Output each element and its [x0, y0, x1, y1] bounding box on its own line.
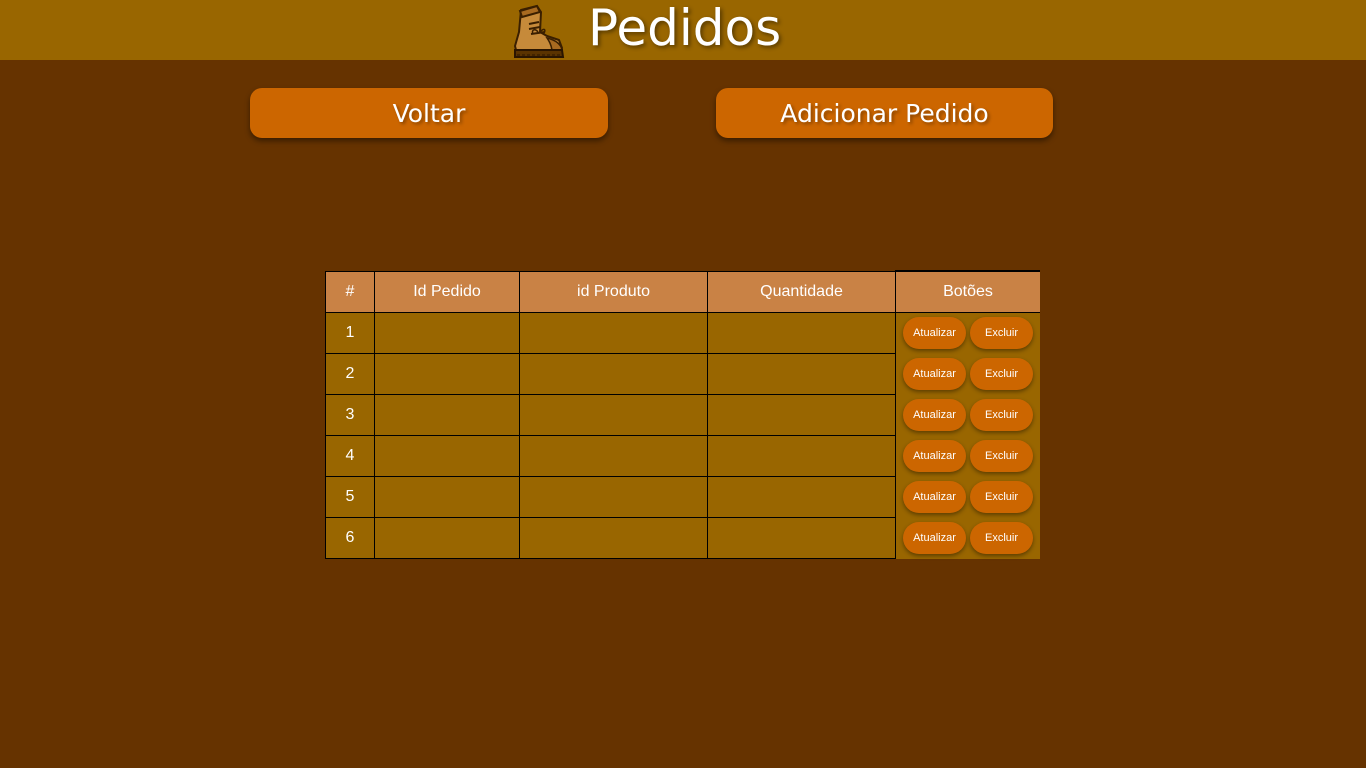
delete-button[interactable]: Excluir [970, 481, 1033, 513]
product-id-cell [519, 312, 708, 354]
update-button[interactable]: Atualizar [903, 440, 966, 472]
quantity-cell [707, 476, 896, 518]
delete-button[interactable]: Excluir [970, 317, 1033, 350]
row-number: 3 [325, 394, 375, 436]
column-header-order-id: Id Pedido [374, 270, 520, 313]
orders-table: # Id Pedido id Produto Quantidade Botões… [325, 270, 1040, 559]
boot-icon [514, 4, 565, 58]
delete-button[interactable]: Excluir [970, 522, 1033, 554]
row-number: 1 [325, 312, 375, 354]
table-header-row: # Id Pedido id Produto Quantidade Botões [325, 270, 1040, 313]
quantity-cell [707, 435, 896, 477]
order-id-cell [374, 312, 520, 354]
table-row: 6 Atualizar Excluir [325, 517, 1040, 559]
update-button[interactable]: Atualizar [903, 522, 966, 554]
order-id-cell [374, 394, 520, 436]
order-id-cell [374, 517, 520, 559]
product-id-cell [519, 394, 708, 436]
orders-table-container: # Id Pedido id Produto Quantidade Botões… [325, 270, 1040, 559]
header-bar: Pedidos [0, 0, 1366, 60]
row-number: 4 [325, 435, 375, 477]
row-actions: Atualizar Excluir [895, 435, 1040, 477]
quantity-cell [707, 353, 896, 395]
order-id-cell [374, 435, 520, 477]
update-button[interactable]: Atualizar [903, 317, 966, 350]
back-button[interactable]: Voltar [250, 88, 608, 138]
quantity-cell [707, 517, 896, 559]
table-row: 5 Atualizar Excluir [325, 476, 1040, 518]
delete-button[interactable]: Excluir [970, 358, 1033, 390]
row-actions: Atualizar Excluir [895, 353, 1040, 395]
product-id-cell [519, 517, 708, 559]
row-actions: Atualizar Excluir [895, 476, 1040, 518]
delete-button[interactable]: Excluir [970, 399, 1033, 431]
row-actions: Atualizar Excluir [895, 312, 1040, 354]
row-number: 2 [325, 353, 375, 395]
update-button[interactable]: Atualizar [903, 358, 966, 390]
row-number: 5 [325, 476, 375, 518]
table-row: 4 Atualizar Excluir [325, 435, 1040, 477]
product-id-cell [519, 435, 708, 477]
column-header-number: # [325, 270, 375, 313]
page-title: Pedidos [588, 0, 782, 57]
order-id-cell [374, 476, 520, 518]
row-actions: Atualizar Excluir [895, 517, 1040, 559]
update-button[interactable]: Atualizar [903, 399, 966, 431]
column-header-quantity: Quantidade [707, 270, 896, 313]
product-id-cell [519, 353, 708, 395]
quantity-cell [707, 394, 896, 436]
column-header-buttons: Botões [895, 270, 1040, 313]
column-header-product-id: id Produto [519, 270, 708, 313]
order-id-cell [374, 353, 520, 395]
table-row: 3 Atualizar Excluir [325, 394, 1040, 436]
delete-button[interactable]: Excluir [970, 440, 1033, 472]
product-id-cell [519, 476, 708, 518]
table-row: 2 Atualizar Excluir [325, 353, 1040, 395]
table-row: 1 Atualizar Excluir [325, 312, 1040, 354]
row-number: 6 [325, 517, 375, 559]
quantity-cell [707, 312, 896, 354]
row-actions: Atualizar Excluir [895, 394, 1040, 436]
update-button[interactable]: Atualizar [903, 481, 966, 513]
add-order-button[interactable]: Adicionar Pedido [716, 88, 1053, 138]
